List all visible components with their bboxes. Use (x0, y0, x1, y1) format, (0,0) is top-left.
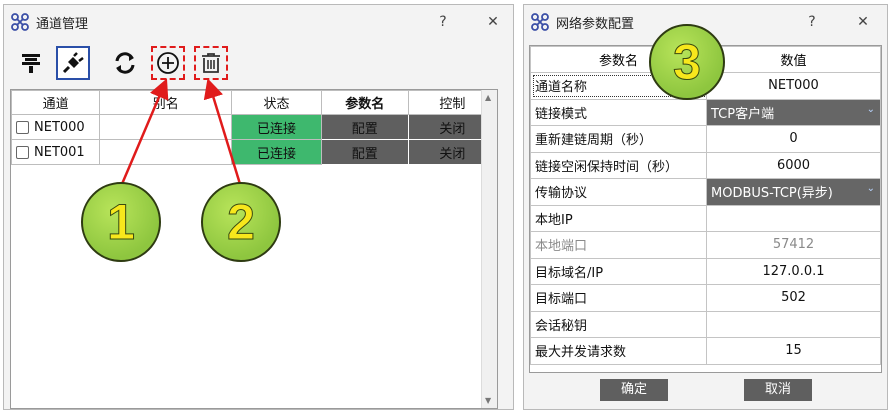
table-header: 通道 别名 状态 参数名 控制 (11, 90, 497, 115)
help-button[interactable]: ? (801, 11, 823, 33)
channel-name: NET000 (34, 119, 85, 135)
param-row: 最大并发请求数 15 (530, 337, 881, 365)
col-header-channel: 通道 (11, 90, 101, 115)
select-value: TCP客户端 (711, 106, 775, 122)
param-row: 传输协议 MODBUS-TCP(异步) ⌄ (530, 178, 881, 206)
param-value-input[interactable]: 15 (706, 337, 881, 365)
param-value-input[interactable]: 502 (706, 284, 881, 312)
help-button[interactable]: ? (432, 11, 454, 33)
delete-channel-button[interactable] (194, 46, 228, 80)
close-button[interactable]: ✕ (482, 11, 504, 33)
param-value-input[interactable] (706, 310, 881, 338)
callout-badge-2: 2 (201, 182, 281, 262)
callout-badge-3: 3 (649, 24, 725, 100)
param-value-input[interactable]: NET000 (706, 72, 881, 100)
param-value-input[interactable]: 6000 (706, 151, 881, 179)
refresh-icon (115, 52, 135, 74)
table-row[interactable]: NET000 已连接 配置 关闭 (11, 114, 497, 140)
param-value-input[interactable]: 0 (706, 125, 881, 153)
link-mode-select[interactable]: TCP客户端 ⌄ (706, 98, 881, 126)
scroll-up-icon[interactable]: ▲ (485, 93, 491, 102)
cancel-button[interactable]: 取消 (744, 379, 812, 401)
param-row: 会话秘钥 (530, 310, 881, 338)
param-key: 重新建链周期（秒） (530, 125, 707, 153)
row-checkbox[interactable] (16, 145, 29, 159)
param-value-input[interactable]: 127.0.0.1 (706, 257, 881, 285)
param-key: 目标端口 (530, 284, 707, 312)
param-row: 目标端口 502 (530, 284, 881, 312)
param-value-readonly: 57412 (706, 231, 881, 259)
app-logo-icon (531, 13, 549, 31)
param-key: 最大并发请求数 (530, 337, 707, 365)
param-row: 链接空闲保持时间（秒） 6000 (530, 151, 881, 179)
param-key: 传输协议 (530, 178, 707, 206)
param-row: 重新建链周期（秒） 0 (530, 125, 881, 153)
param-row: 链接模式 TCP客户端 ⌄ (530, 98, 881, 126)
protocol-select[interactable]: MODBUS-TCP(异步) ⌄ (706, 178, 881, 206)
network-channel-button[interactable] (56, 46, 90, 80)
ethernet-plug-icon (62, 52, 84, 74)
channel-cell: NET000 (11, 114, 101, 140)
alias-cell[interactable] (99, 139, 233, 165)
param-key: 会话秘钥 (530, 310, 707, 338)
channel-name: NET001 (34, 144, 85, 160)
configure-button[interactable]: 配置 (320, 114, 409, 140)
param-row: 目标域名/IP 127.0.0.1 (530, 257, 881, 285)
channel-cell: NET001 (11, 139, 101, 165)
configure-button[interactable]: 配置 (320, 139, 409, 165)
param-row: 本地IP (530, 204, 881, 232)
ok-button[interactable]: 确定 (600, 379, 668, 401)
trash-icon (202, 53, 220, 73)
param-row: 本地端口 57412 (530, 231, 881, 259)
status-cell: 已连接 (231, 114, 322, 140)
col-header-value: 数值 (706, 46, 881, 73)
serial-port-button[interactable] (14, 46, 48, 80)
title-bar: 通道管理 ? ✕ (4, 5, 513, 38)
dialog-title: 网络参数配置 (556, 17, 635, 32)
chevron-down-icon: ⌄ (866, 103, 875, 115)
param-key: 本地端口 (530, 231, 707, 259)
callout-badge-1: 1 (81, 182, 161, 262)
window-title: 通道管理 (36, 17, 89, 32)
refresh-button[interactable] (108, 46, 142, 80)
param-key: 目标域名/IP (530, 257, 707, 285)
col-header-param: 参数名 (320, 90, 409, 115)
col-header-status: 状态 (231, 90, 322, 115)
table-row[interactable]: NET001 已连接 配置 关闭 (11, 139, 497, 165)
param-key: 链接空闲保持时间（秒） (530, 151, 707, 179)
app-logo-icon (11, 13, 29, 31)
toolbar (4, 41, 513, 87)
status-cell: 已连接 (231, 139, 322, 165)
alias-cell[interactable] (99, 114, 233, 140)
add-icon (157, 52, 179, 74)
scroll-down-icon[interactable]: ▼ (485, 396, 491, 405)
row-checkbox[interactable] (16, 120, 29, 134)
col-header-alias: 别名 (99, 90, 233, 115)
plug-icon (22, 54, 40, 73)
param-key: 链接模式 (530, 98, 707, 126)
add-channel-button[interactable] (151, 46, 185, 80)
close-button[interactable]: ✕ (852, 11, 874, 33)
param-value-input[interactable] (706, 204, 881, 232)
param-key: 本地IP (530, 204, 707, 232)
chevron-down-icon: ⌄ (866, 183, 875, 194)
select-value: MODBUS-TCP(异步) (711, 186, 833, 202)
vertical-scrollbar[interactable]: ▲ ▼ (481, 90, 497, 408)
